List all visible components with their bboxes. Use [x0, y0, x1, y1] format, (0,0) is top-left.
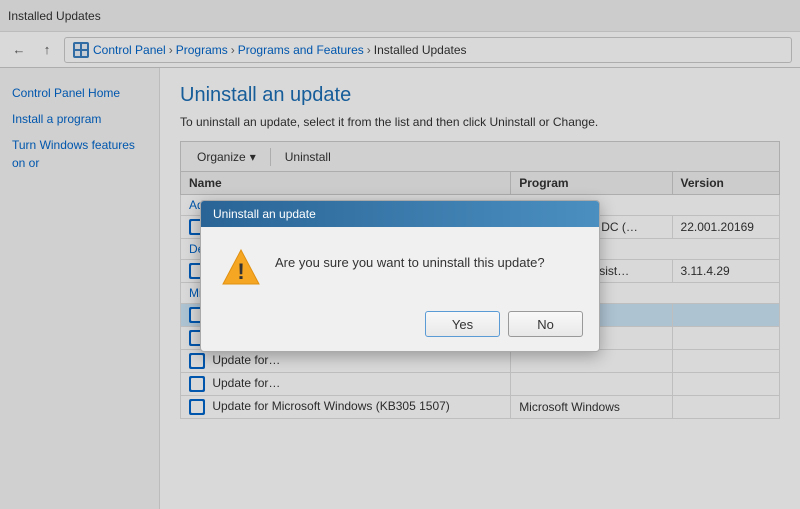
dialog-buttons: Yes No: [201, 303, 599, 351]
dialog-message: Are you sure you want to uninstall this …: [275, 247, 545, 273]
dialog-title: Uninstall an update: [201, 201, 599, 227]
dialog-overlay: Uninstall an update ! Are you sure you w…: [0, 0, 800, 509]
warning-icon: !: [221, 247, 261, 287]
dialog-body: ! Are you sure you want to uninstall thi…: [201, 227, 599, 303]
dialog-yes-button[interactable]: Yes: [425, 311, 500, 337]
dialog-no-button[interactable]: No: [508, 311, 583, 337]
confirm-dialog: Uninstall an update ! Are you sure you w…: [200, 200, 600, 352]
svg-text:!: !: [237, 259, 244, 284]
